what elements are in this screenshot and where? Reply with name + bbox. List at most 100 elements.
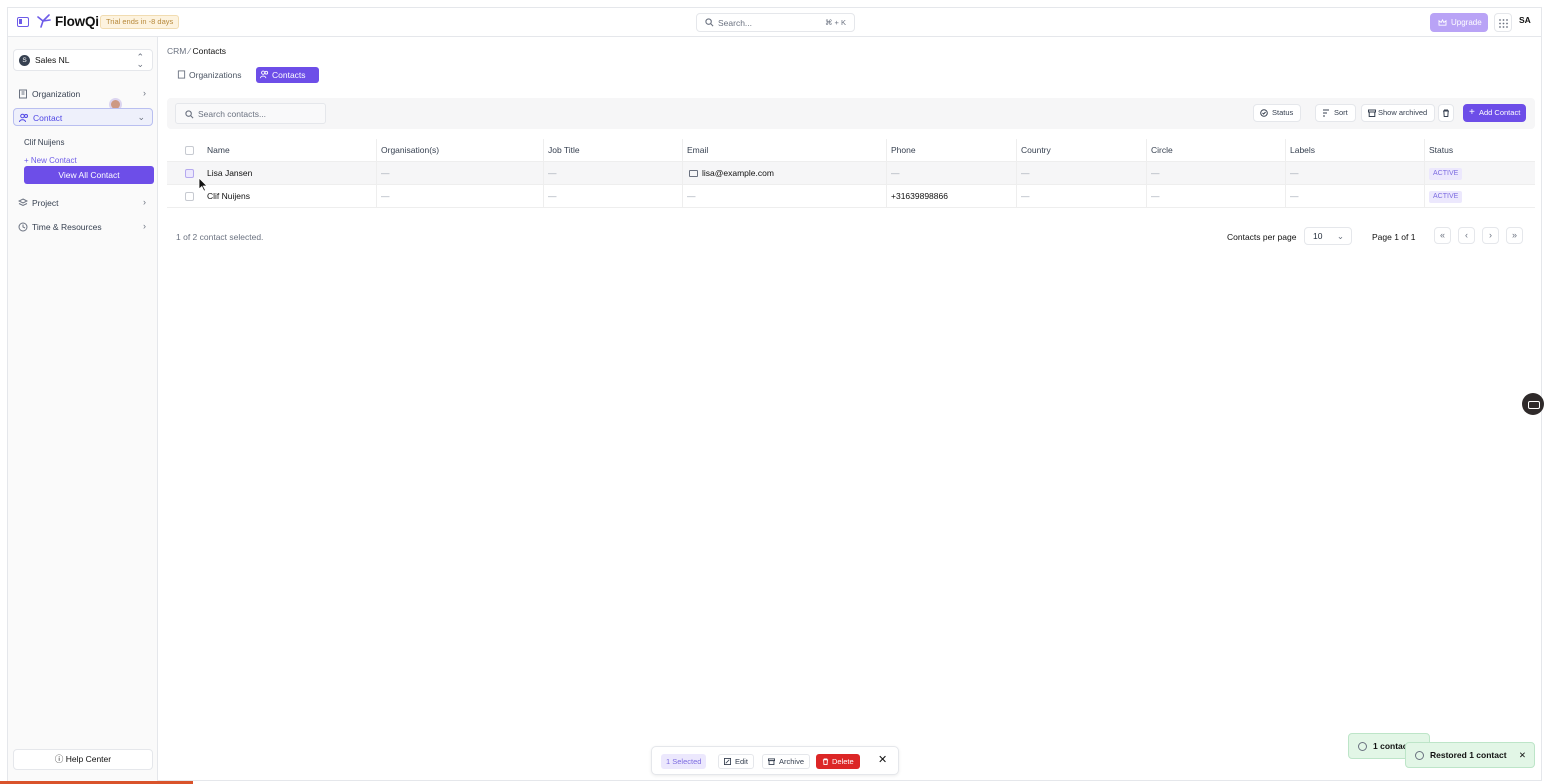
- help-center-button[interactable]: ⓘ Help Center: [13, 749, 153, 770]
- row-checkbox[interactable]: [185, 169, 194, 178]
- tab-organizations[interactable]: Organizations: [173, 67, 256, 83]
- bulk-delete-button[interactable]: Delete: [816, 754, 860, 769]
- check-circle-icon: [1415, 751, 1424, 760]
- column-header-name[interactable]: Name: [207, 139, 377, 162]
- chevron-down-icon: ⌄: [1336, 231, 1344, 241]
- breadcrumb: CRM ⁄ Contacts: [167, 46, 226, 56]
- bulk-edit-button[interactable]: Edit: [718, 754, 754, 769]
- per-page-label: Contacts per page: [1227, 232, 1297, 242]
- sort-button[interactable]: Sort: [1315, 104, 1356, 122]
- column-header-labels[interactable]: Labels: [1285, 139, 1424, 162]
- upgrade-label: Upgrade: [1451, 18, 1482, 27]
- show-archived-button[interactable]: Show archived: [1361, 104, 1436, 122]
- per-page-select[interactable]: 10 ⌄: [1304, 227, 1352, 245]
- trash-icon: [822, 758, 829, 765]
- selection-summary: 1 of 2 contact selected.: [176, 232, 264, 242]
- plus-icon: +: [24, 156, 31, 165]
- sidebar-toggle-icon[interactable]: [17, 17, 29, 27]
- plus-icon: +: [1469, 107, 1475, 118]
- sidebar-item-label: Time & Resources: [32, 222, 102, 232]
- column-header-circle[interactable]: Circle: [1146, 139, 1285, 162]
- delete-label: Delete: [832, 757, 854, 766]
- breadcrumb-root[interactable]: CRM: [167, 46, 186, 56]
- apps-grid-button[interactable]: [1494, 13, 1512, 32]
- last-page-button[interactable]: »: [1506, 227, 1523, 244]
- chat-widget-button[interactable]: [1522, 393, 1544, 415]
- top-bar: FlowQi Trial ends in -8 days Search... ⌘…: [8, 8, 1541, 37]
- upgrade-button[interactable]: Upgrade: [1430, 13, 1488, 32]
- select-all-checkbox[interactable]: [185, 146, 194, 155]
- archive-label: Archive: [779, 757, 805, 766]
- tab-label: Organizations: [189, 70, 242, 80]
- per-page-value: 10: [1313, 231, 1323, 241]
- contacts-search-input[interactable]: Search contacts...: [175, 103, 326, 124]
- table-row[interactable]: Clif Nuijens — — — +31639898866 — — — AC…: [167, 185, 1535, 208]
- bulk-archive-button[interactable]: Archive: [762, 754, 811, 769]
- circle-check-icon: [1260, 109, 1268, 117]
- add-contact-label: Add Contact: [1479, 108, 1521, 117]
- contacts-search-placeholder: Search contacts...: [198, 109, 267, 119]
- contact-labels: —: [1285, 185, 1424, 208]
- clock-icon: [18, 222, 28, 232]
- trash-button[interactable]: [1438, 104, 1454, 122]
- add-contact-button[interactable]: + Add Contact: [1463, 104, 1527, 122]
- sidebar-item-label: Contact: [33, 113, 63, 123]
- close-bulk-bar-icon[interactable]: ✕: [878, 753, 887, 766]
- close-toast-icon[interactable]: ✕: [1519, 743, 1526, 767]
- row-checkbox[interactable]: [185, 192, 194, 201]
- contact-email: —: [682, 185, 886, 208]
- column-header-phone[interactable]: Phone: [886, 139, 1016, 162]
- status-filter-button[interactable]: Status: [1253, 104, 1302, 122]
- column-header-organisations[interactable]: Organisation(s): [376, 139, 543, 162]
- view-all-contact-button[interactable]: View All Contact: [24, 166, 154, 184]
- recent-contact-link[interactable]: Clif Nuijens: [24, 138, 64, 147]
- search-shortcut: ⌘ + K: [824, 18, 846, 27]
- new-contact-label: New Contact: [30, 156, 77, 165]
- archive-icon: [1368, 109, 1376, 117]
- layers-icon: [18, 198, 28, 207]
- building-icon: [19, 89, 27, 99]
- sidebar-item-time-resources[interactable]: Time & Resources ›: [13, 218, 153, 236]
- workspace-badge: S: [19, 55, 30, 66]
- prev-page-button[interactable]: ‹: [1458, 227, 1475, 244]
- bulk-action-bar: 1 Selected Edit Archive Delete ✕: [651, 746, 899, 775]
- contact-org: —: [376, 162, 543, 185]
- first-page-button[interactable]: «: [1434, 227, 1451, 244]
- edit-icon: [724, 758, 731, 765]
- page-indicator: Page 1 of 1: [1372, 232, 1416, 242]
- crown-icon: [1438, 19, 1447, 26]
- sidebar-item-label: Organization: [32, 89, 81, 99]
- table-row[interactable]: Lisa Jansen — — lisa@example.com — — — —…: [167, 162, 1535, 185]
- workspace-name: Sales NL: [35, 55, 70, 65]
- show-archived-label: Show archived: [1378, 108, 1428, 117]
- tab-contacts[interactable]: Contacts: [256, 67, 319, 83]
- sidebar-item-project[interactable]: Project ›: [13, 194, 153, 212]
- table-toolbar: Search contacts... Status Sort Show arch…: [167, 98, 1535, 129]
- global-search[interactable]: Search... ⌘ + K: [696, 13, 855, 32]
- sidebar-item-contact[interactable]: Contact ⌄: [13, 108, 153, 126]
- user-avatar[interactable]: SA: [1519, 15, 1531, 25]
- column-header-job-title[interactable]: Job Title: [543, 139, 682, 162]
- trial-badge: Trial ends in -8 days: [100, 15, 180, 29]
- edit-label: Edit: [735, 757, 748, 766]
- chevron-right-icon: ›: [143, 88, 146, 98]
- new-contact-link[interactable]: + New Contact: [24, 156, 77, 165]
- workspace-switcher[interactable]: S Sales NL ⌃ ⌄: [13, 49, 153, 71]
- contact-name[interactable]: Clif Nuijens: [207, 185, 377, 208]
- sidebar: S Sales NL ⌃ ⌄ Organization › Contact ⌄ C…: [8, 37, 158, 781]
- column-header-country[interactable]: Country: [1016, 139, 1146, 162]
- users-icon: [19, 113, 28, 123]
- contact-email-text: lisa@example.com: [702, 168, 774, 178]
- column-header-email[interactable]: Email: [682, 139, 886, 162]
- next-page-button[interactable]: ›: [1482, 227, 1499, 244]
- grid-icon: [1499, 19, 1508, 28]
- contact-email[interactable]: lisa@example.com: [682, 162, 886, 185]
- column-header-status[interactable]: Status: [1424, 139, 1535, 162]
- sort-icon: [1323, 109, 1329, 117]
- status-badge: ACTIVE: [1429, 190, 1463, 203]
- status-badge: ACTIVE: [1429, 167, 1463, 180]
- contact-phone: —: [886, 162, 1016, 185]
- building-icon: [177, 70, 186, 79]
- contact-name[interactable]: Lisa Jansen: [207, 162, 377, 185]
- sidebar-item-organization[interactable]: Organization ›: [13, 85, 153, 103]
